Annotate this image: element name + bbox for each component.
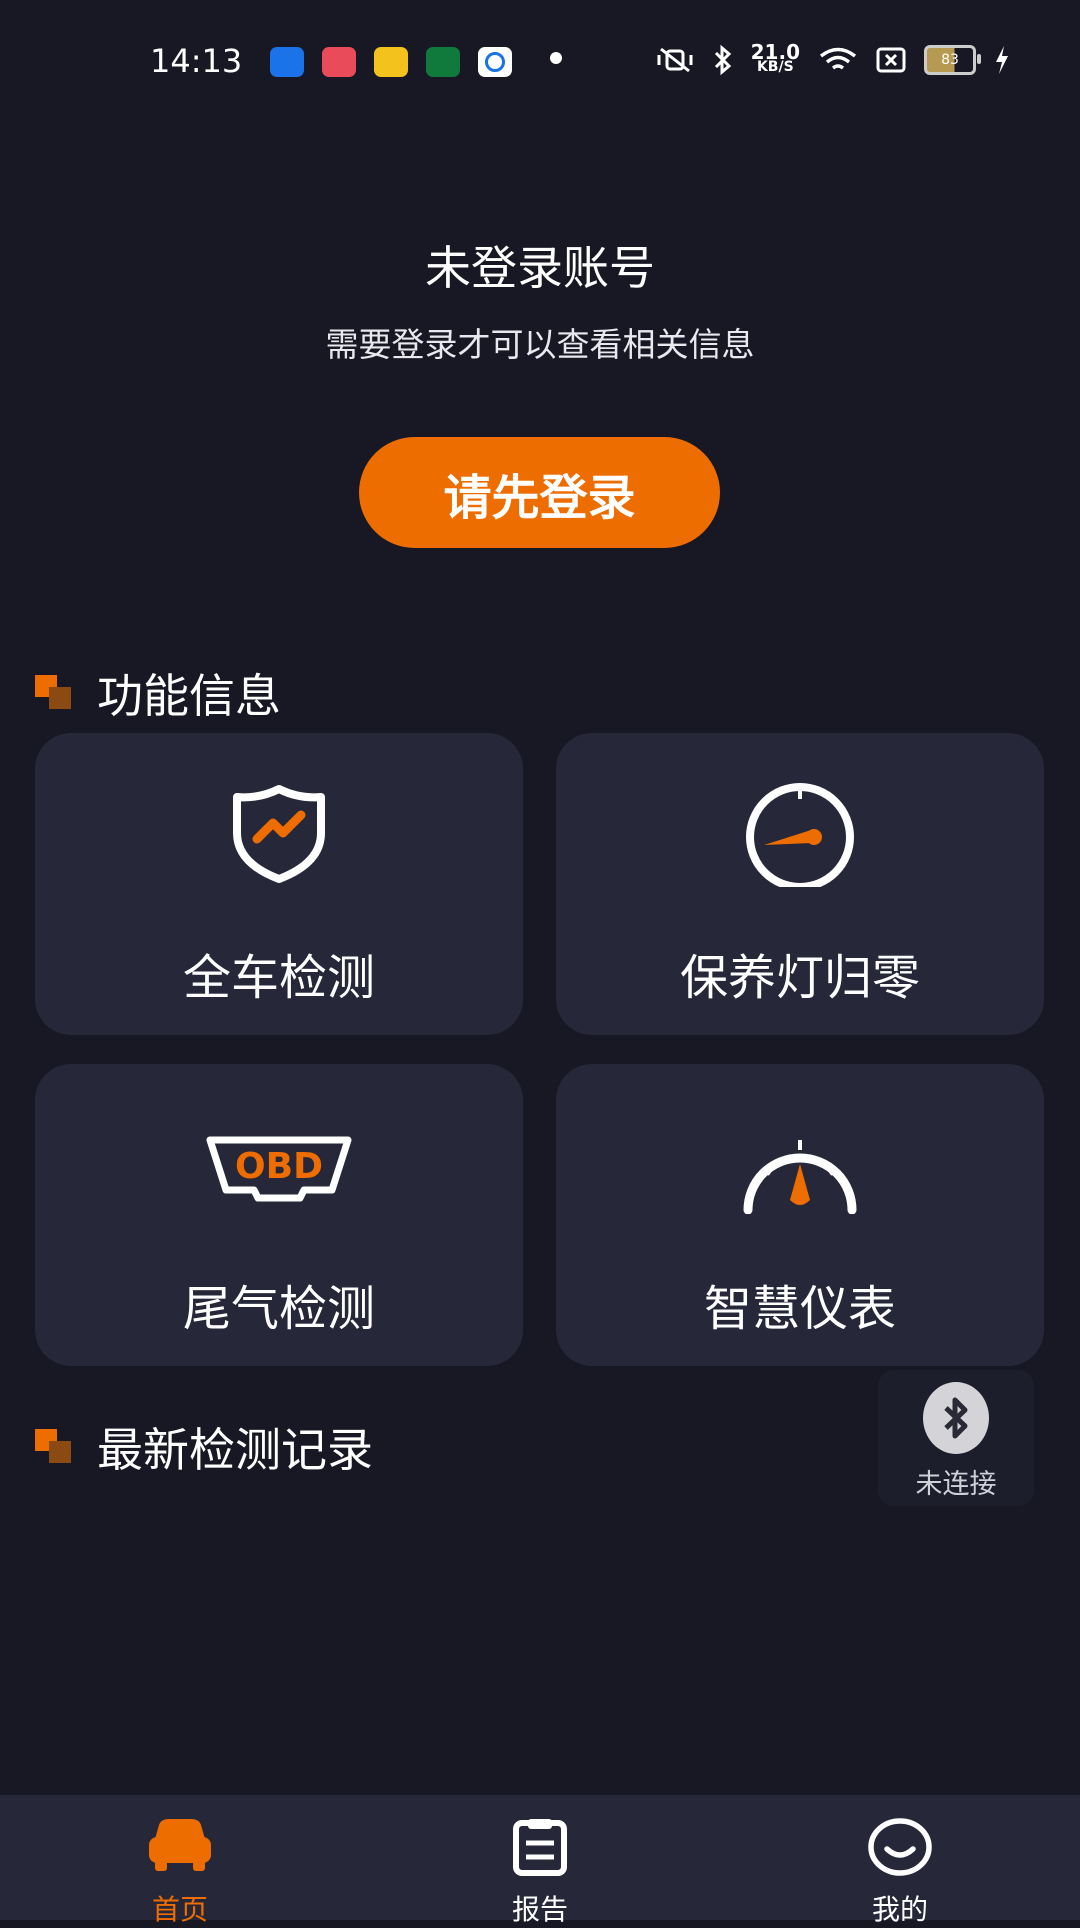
function-section-header: 功能信息: [35, 660, 281, 726]
card-emission-check[interactable]: OBD 尾气检测: [35, 1064, 523, 1366]
shield-icon: [233, 785, 325, 883]
net-speed: 21.0 KB/S: [750, 40, 800, 75]
obd-icon: OBD: [206, 1136, 352, 1202]
yellow-app-icon: [374, 47, 408, 77]
car-icon: [149, 1819, 211, 1871]
card-label: 尾气检测: [182, 1281, 375, 1337]
login-subtitle: 需要登录才可以查看相关信息: [325, 325, 755, 364]
bluetooth-icon: [923, 1382, 989, 1454]
battery-icon: 83: [924, 45, 981, 75]
red-app-icon: [322, 47, 356, 77]
records-section-header: 最新检测记录: [35, 1414, 373, 1480]
function-section-title: 功能信息: [97, 669, 281, 723]
tab-profile[interactable]: 我的: [800, 1795, 1000, 1926]
sim-icon: [876, 47, 906, 73]
profile-icon: [868, 1818, 932, 1876]
white-app-icon: [478, 47, 512, 77]
svg-text:OBD: OBD: [235, 1146, 323, 1187]
status-time: 14:13: [150, 42, 243, 80]
vibrate-off-icon: [657, 47, 693, 73]
blue-app-icon: [270, 47, 304, 77]
card-full-vehicle-check[interactable]: 全车检测: [35, 733, 523, 1035]
report-icon: [513, 1819, 567, 1876]
section-marker-icon: [35, 675, 75, 711]
bluetooth-status: 未连接: [915, 1469, 997, 1500]
tab-label: 我的: [871, 1893, 928, 1926]
charging-icon: [996, 46, 1008, 74]
card-label: 全车检测: [182, 950, 375, 1006]
card-label: 智慧仪表: [703, 1281, 896, 1337]
tab-label: 首页: [151, 1893, 208, 1926]
bottom-tabbar: 首页 报告 我的: [0, 1795, 1080, 1926]
bluetooth-connect-button[interactable]: 未连接: [878, 1370, 1034, 1506]
green-app-icon: [426, 47, 460, 77]
tab-report[interactable]: 报告: [440, 1795, 640, 1926]
status-indicators: 21.0 KB/S 83: [655, 40, 1010, 76]
notification-dot-icon: [550, 52, 562, 64]
card-label: 保养灯归零: [679, 950, 920, 1006]
records-section-title: 最新检测记录: [97, 1423, 373, 1477]
speedometer-icon: [743, 1140, 857, 1214]
section-marker-icon: [35, 1429, 75, 1465]
tab-home[interactable]: 首页: [80, 1795, 280, 1926]
login-button[interactable]: 请先登录: [359, 437, 720, 548]
status-bar: 14:13 21.0 KB/S 83: [0, 0, 1080, 120]
gauge-reset-icon: [746, 783, 854, 887]
wifi-icon: [819, 47, 857, 70]
tab-label: 报告: [511, 1893, 568, 1926]
card-maintenance-reset[interactable]: 保养灯归零: [556, 733, 1044, 1035]
bluetooth-status-icon: [714, 44, 731, 76]
card-smart-dashboard[interactable]: 智慧仪表: [556, 1064, 1044, 1366]
login-title: 未登录账号: [425, 241, 655, 295]
